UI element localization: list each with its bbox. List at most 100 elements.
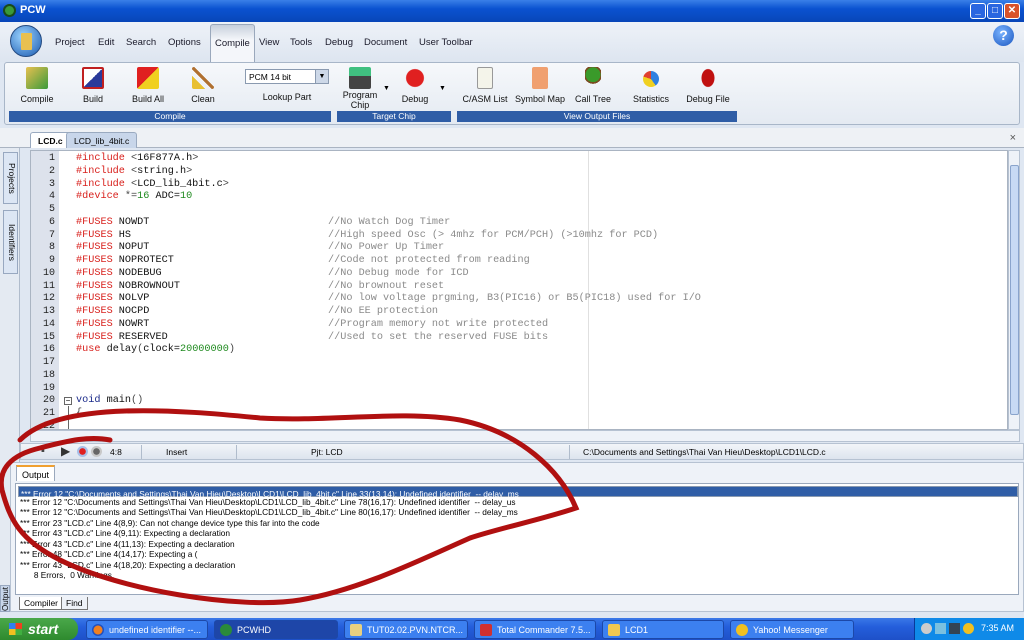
menu-tools[interactable]: Tools: [290, 37, 312, 48]
debug-dropdown-icon[interactable]: ▼: [439, 85, 446, 92]
task-tut02[interactable]: TUT02.02.PVN.NTCR...: [344, 620, 468, 639]
play-icon[interactable]: ▶: [61, 444, 70, 458]
view-output-group: C/ASM List Symbol Map Call Tree Statisti…: [455, 63, 739, 124]
start-button[interactable]: start: [0, 618, 78, 640]
help-button[interactable]: ?: [993, 25, 1014, 46]
output-list[interactable]: *** Error 12 "C:\Documents and Settings\…: [15, 483, 1019, 595]
right-margin-line: [588, 151, 589, 429]
output-error-row[interactable]: *** Error 12 "C:\Documents and Settings\…: [18, 507, 1018, 518]
view-output-group-label: View Output Files: [457, 111, 737, 122]
debug-file-button[interactable]: Debug File: [681, 67, 735, 104]
program-chip-button[interactable]: Program Chip: [337, 67, 383, 110]
tab-find[interactable]: Find: [61, 597, 88, 610]
output-error-row[interactable]: *** Error 43 "LCD.c" Line 4(11,13): Expe…: [18, 539, 1018, 550]
build-all-button[interactable]: Build All: [123, 67, 173, 104]
output-error-row[interactable]: *** Error 12 "C:\Documents and Settings\…: [18, 497, 1018, 508]
call-tree-button[interactable]: Call Tree: [571, 67, 615, 104]
output-summary[interactable]: 8 Errors, 0 Warnings.: [18, 570, 1018, 581]
build-all-icon: [137, 67, 159, 89]
code-token: ADC=: [149, 191, 180, 203]
output-tab[interactable]: Output: [16, 465, 56, 481]
code-comment: //Used to set the reserved FUSE bits: [328, 331, 549, 343]
code-token: >: [192, 153, 199, 164]
menu-compile[interactable]: Compile: [210, 24, 255, 62]
pcw-icon: [220, 624, 232, 636]
maximize-button[interactable]: □: [987, 3, 1003, 19]
output-error-row[interactable]: *** Error 23 "LCD.c" Line 4(8,9): Can no…: [18, 518, 1018, 529]
sidebar-tab-identifiers[interactable]: Identifiers: [3, 210, 18, 274]
menu-options[interactable]: Options: [168, 37, 201, 48]
line-number: 5: [48, 204, 55, 215]
output-error-row[interactable]: *** Error 48 "LCD.c" Line 4(14,17): Expe…: [18, 549, 1018, 560]
code-token: (): [131, 395, 144, 407]
code-token: ): [228, 344, 236, 356]
task-firefox[interactable]: undefined identifier --...: [86, 620, 208, 639]
code-line: #include <string.h>: [76, 166, 192, 177]
menu-document[interactable]: Document: [364, 37, 407, 48]
code-line: #use delay(clock=20000000): [76, 344, 235, 355]
tray-arrow-icon[interactable]: [921, 623, 932, 634]
line-number: 13: [42, 306, 55, 317]
output-error-row[interactable]: *** Error 43 "LCD.c" Line 4(18,20): Expe…: [18, 560, 1018, 571]
code-token: #FUSES: [76, 331, 119, 343]
task-label: PCWHD: [237, 625, 271, 635]
windows-logo-icon: [9, 623, 22, 635]
editor-vertical-scrollbar[interactable]: [1008, 150, 1020, 430]
yahoo-tray-icon[interactable]: [963, 623, 974, 634]
close-tab-icon[interactable]: ×: [1010, 132, 1016, 144]
lookup-part-button[interactable]: Lookup Part: [257, 92, 317, 102]
app-menu-button[interactable]: [10, 25, 42, 57]
menu-project[interactable]: Project: [55, 37, 85, 48]
fold-collapse-icon[interactable]: −: [64, 397, 72, 405]
output-error-row[interactable]: *** Error 12 "C:\Documents and Settings\…: [18, 486, 1018, 499]
menu-view[interactable]: View: [259, 37, 279, 48]
part-select[interactable]: PCM 14 bit ▼: [245, 69, 329, 84]
stop-icon[interactable]: [91, 446, 102, 457]
tab-lcd-c[interactable]: LCD.c: [30, 132, 71, 148]
record-icon[interactable]: [77, 446, 88, 457]
output-side-tab[interactable]: Output: [0, 585, 10, 612]
menu-search[interactable]: Search: [126, 37, 156, 48]
task-pcwhd[interactable]: PCWHD: [214, 620, 338, 639]
task-lcd1-folder[interactable]: LCD1: [602, 620, 724, 639]
close-button[interactable]: ✕: [1004, 3, 1020, 19]
save-icon[interactable]: ▪: [41, 445, 45, 457]
network-icon[interactable]: [949, 623, 960, 634]
task-total-commander[interactable]: Total Commander 7.5...: [474, 620, 596, 639]
symbol-map-button[interactable]: Symbol Map: [513, 67, 567, 104]
compile-button[interactable]: Compile: [17, 67, 57, 104]
tray-app-icon[interactable]: [935, 623, 946, 634]
code-token: clock=: [143, 344, 180, 356]
output-error-row[interactable]: *** Error 43 "LCD.c" Line 4(9,11): Expec…: [18, 528, 1018, 539]
debug-file-icon: [700, 67, 716, 89]
minimize-button[interactable]: _: [970, 3, 986, 19]
cursor-position: 4:8: [110, 447, 122, 457]
editor-horizontal-scrollbar[interactable]: [30, 430, 1020, 442]
code-token: NODEBUG: [118, 267, 162, 279]
tab-compiler[interactable]: Compiler: [19, 597, 64, 610]
clock[interactable]: 7:35 AM: [981, 623, 1014, 633]
scroll-thumb[interactable]: [1010, 165, 1019, 415]
casm-list-button[interactable]: C/ASM List: [457, 67, 513, 104]
menu-user-toolbar[interactable]: User Toolbar: [419, 37, 473, 48]
clean-button[interactable]: Clean: [183, 67, 223, 104]
debug-file-label: Debug File: [686, 94, 730, 104]
tab-lcd-lib-4bit-c[interactable]: LCD_lib_4bit.c: [66, 132, 138, 148]
task-yahoo-messenger[interactable]: Yahoo! Messenger: [730, 620, 854, 639]
program-chip-dropdown-icon[interactable]: ▼: [383, 85, 390, 92]
chevron-down-icon[interactable]: ▼: [315, 70, 328, 83]
sidebar-tab-projects[interactable]: Projects: [3, 152, 18, 204]
pie-chart-icon: [643, 71, 659, 87]
menu-edit[interactable]: Edit: [98, 37, 114, 48]
build-button[interactable]: Build: [73, 67, 113, 104]
code-token: main: [106, 395, 132, 407]
debug-button[interactable]: Debug: [395, 67, 435, 104]
menu-debug[interactable]: Debug: [325, 37, 353, 48]
code-line: #FUSES HS //High speed Osc (> 4mhz for PC…: [76, 230, 658, 241]
statistics-button[interactable]: Statistics: [627, 67, 675, 104]
code-comment: //No EE protection: [328, 306, 439, 317]
code-editor[interactable]: 1 2 3 4 5 6 7 8 9 10 11 12 13 14 15 16 17 18 19 20 21 22 − #i…: [30, 150, 1008, 430]
line-number: 3: [48, 178, 55, 190]
menu-bar: Project Edit Search Options Compile View…: [0, 22, 1024, 62]
build-label: Build: [82, 94, 103, 104]
